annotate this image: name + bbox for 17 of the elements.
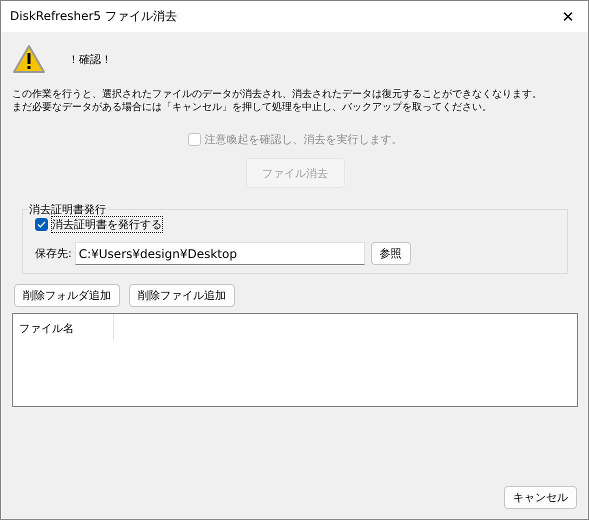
cancel-button[interactable]: キャンセル xyxy=(504,486,577,509)
browse-button[interactable]: 参照 xyxy=(370,242,411,265)
warning-icon xyxy=(12,44,46,74)
checkbox-label[interactable]: 消去証明書を発行する xyxy=(52,217,162,232)
checkmark-icon xyxy=(37,220,46,229)
add-button[interactable]: 削除ファイル追加 xyxy=(129,284,235,307)
group-legend: 消去証明書発行 xyxy=(27,202,108,217)
checkbox[interactable] xyxy=(35,218,48,231)
column-header[interactable]: ファイル名 xyxy=(13,314,114,340)
warning-message: この作業を行うと、選択されたファイルのデータが消去され、消去されたデータは復元することができなくなります。 まだ必要なデータがある場合には「キャンセル」を押して処理を中止し、バックアップを取ってください。 xyxy=(12,88,542,114)
close-button[interactable]: ✕ xyxy=(548,1,588,32)
save-path-field[interactable]: C:¥Users¥design¥Desktop xyxy=(74,242,365,265)
window-title: DiskRefresher5 ファイル消去 xyxy=(10,8,177,25)
file-list[interactable]: ファイル名 xyxy=(12,313,578,407)
save-to-label: 保存先: xyxy=(35,246,72,261)
warning-heading: ！確認！ xyxy=(68,52,112,66)
add-button[interactable]: 削除フォルダ追加 xyxy=(14,284,120,307)
